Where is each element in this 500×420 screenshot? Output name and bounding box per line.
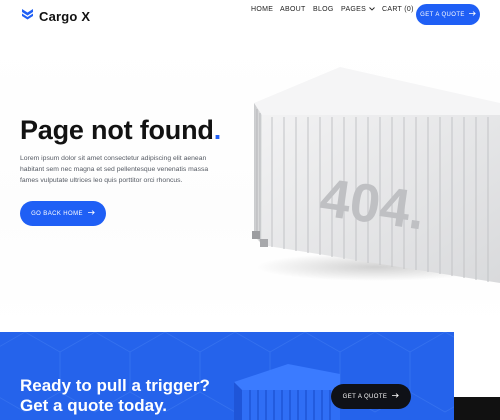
nav-item-home[interactable]: HOME (251, 6, 273, 13)
brand-logo[interactable]: Cargo X (21, 7, 90, 25)
go-back-home-button[interactable]: GO BACK HOME (20, 201, 106, 226)
site-header: Cargo X HOME ABOUT BLOG PAGES CART (0) G… (0, 0, 500, 30)
arrow-right-icon (392, 393, 400, 400)
nav-item-pages-label: PAGES (341, 5, 367, 13)
arrow-right-icon (87, 210, 95, 217)
go-back-home-label: GO BACK HOME (31, 210, 83, 217)
cta-heading-line2: Get a quote today. (20, 396, 168, 415)
cta-heading: Ready to pull a trigger? Get a quote tod… (20, 376, 210, 416)
logo-icon (21, 7, 34, 25)
cta-side-dark-panel (454, 397, 500, 420)
chevron-down-icon (369, 6, 375, 13)
arrow-right-icon (468, 11, 476, 18)
shipping-container-image: 404. (252, 67, 500, 283)
page-title-dot: . (213, 115, 222, 145)
brand-name: Cargo X (39, 8, 91, 24)
page-title: Page not found. (20, 115, 221, 146)
blue-container-image (234, 364, 340, 420)
nav-item-cart[interactable]: CART (0) (382, 6, 414, 13)
nav-item-blog[interactable]: BLOG (313, 6, 334, 13)
get-quote-header-button[interactable]: GET A QUOTE (416, 4, 480, 25)
nav-item-about[interactable]: ABOUT (280, 6, 306, 13)
get-quote-cta-label: GET A QUOTE (342, 393, 388, 400)
get-quote-header-label: GET A QUOTE (420, 11, 465, 18)
hero-description: Lorem ipsum dolor sit amet consectetur a… (20, 155, 209, 184)
page-title-text: Page not found (20, 115, 214, 145)
nav-item-pages[interactable]: PAGES (341, 6, 375, 13)
cta-heading-line1: Ready to pull a trigger? (20, 376, 210, 395)
get-quote-cta-button[interactable]: GET A QUOTE (331, 384, 411, 409)
